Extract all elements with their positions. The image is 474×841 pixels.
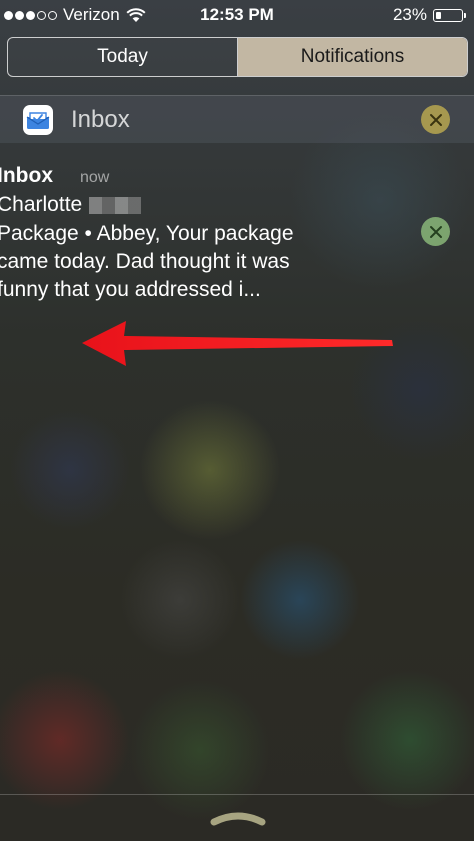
chevron-up-grabber-icon[interactable] (210, 808, 266, 828)
bottom-divider (0, 794, 474, 795)
red-arrow-annotation (82, 321, 393, 366)
